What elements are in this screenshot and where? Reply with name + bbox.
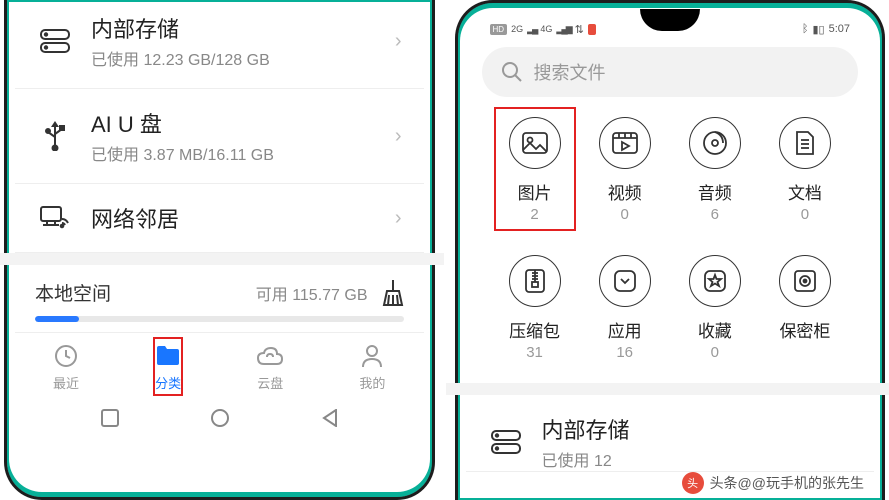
tab-recent[interactable]: 最近 [15,343,117,392]
local-space-free: 可用 115.77 GB [256,281,368,305]
highlight-box [494,107,576,231]
chevron-right-icon: › [395,207,402,230]
bottom-tabbar: 最近 分类 云盘 我的 [15,332,424,398]
archive-icon [509,255,561,307]
row-sub: 已使用 12 [542,447,853,471]
row-usb-drive[interactable]: AI U 盘 已使用 3.87 MB/16.11 GB › [15,89,424,184]
row-sub: 已使用 3.87 MB/16.11 GB [91,141,377,165]
bluetooth-icon: ᛒ [802,23,809,35]
row-local-space[interactable]: 本地空间 可用 115.77 GB [15,265,424,312]
status-time: 5:07 [829,23,850,35]
category-videos[interactable]: 视频 0 [580,111,670,227]
notification-badge [588,24,596,35]
storage-progress-fill [35,316,79,322]
audio-icon [689,117,741,169]
clock-icon [15,343,117,369]
row-title: 内部存储 [91,12,377,44]
network-icon [37,206,73,230]
section-divider [0,253,444,265]
cloud-icon [219,343,321,369]
screen-right: HD 2G▂▄ 4G▂▄▆ ⇅ ᛒ ▮▯ 5:07 搜索文件 图片 2 [458,3,883,500]
category-favorites[interactable]: 收藏 0 [670,249,760,365]
cleanup-icon[interactable] [382,280,404,306]
document-icon [779,117,831,169]
watermark: 头 头条@@玩手机的张先生 [682,472,864,494]
row-title: 内部存储 [542,413,853,445]
row-internal-storage[interactable]: 内部存储 已使用 12.23 GB/128 GB › [15,0,424,89]
person-icon [321,343,423,369]
section-divider [446,383,889,395]
nav-home-icon[interactable] [210,408,230,428]
row-internal-storage[interactable]: 内部存储 已使用 12 [466,395,875,472]
row-network-neighborhood[interactable]: 网络邻居 › [15,184,424,253]
phone-left: 内部存储 已使用 12.23 GB/128 GB › AI U 盘 已使用 3.… [4,0,435,500]
screen-left: 内部存储 已使用 12.23 GB/128 GB › AI U 盘 已使用 3.… [7,0,432,497]
usb-icon [37,121,73,151]
storage-icon [488,430,524,454]
favorite-icon [689,255,741,307]
search-icon [502,62,522,82]
tab-me[interactable]: 我的 [321,343,423,392]
chevron-right-icon: › [395,30,402,53]
nav-recents-icon[interactable] [101,409,119,427]
watermark-text: 头条@@玩手机的张先生 [710,473,864,493]
category-archives[interactable]: 压缩包 31 [490,249,580,365]
nav-back-icon[interactable] [322,409,338,427]
storage-progress [35,316,404,322]
local-space-title: 本地空间 [35,279,111,306]
battery-icon: ▮▯ [812,23,824,36]
row-title: 网络邻居 [91,202,377,234]
hd-badge: HD [490,24,508,35]
storage-icon [37,29,73,53]
watermark-logo-icon: 头 [682,472,704,494]
category-images[interactable]: 图片 2 [490,111,580,227]
chevron-right-icon: › [395,125,402,148]
category-docs[interactable]: 文档 0 [760,111,850,227]
search-input[interactable]: 搜索文件 [482,47,859,97]
category-audio[interactable]: 音频 6 [670,111,760,227]
row-sub: 已使用 12.23 GB/128 GB [91,46,377,70]
row-title: AI U 盘 [91,107,377,139]
status-network-icon: ⇅ [575,23,584,36]
category-grid: 图片 2 视频 0 音频 6 文档 0 压缩包 31 [466,111,875,365]
android-nav-buttons [15,398,424,444]
search-placeholder: 搜索文件 [534,59,606,85]
highlight-box [153,337,183,396]
tab-category[interactable]: 分类 [117,343,219,392]
tab-cloud[interactable]: 云盘 [219,343,321,392]
video-icon [599,117,651,169]
phone-right: HD 2G▂▄ 4G▂▄▆ ⇅ ᛒ ▮▯ 5:07 搜索文件 图片 2 [455,0,886,500]
category-apps[interactable]: 应用 16 [580,249,670,365]
category-safe[interactable]: 保密柜 [760,249,850,365]
app-icon [599,255,651,307]
safe-icon [779,255,831,307]
